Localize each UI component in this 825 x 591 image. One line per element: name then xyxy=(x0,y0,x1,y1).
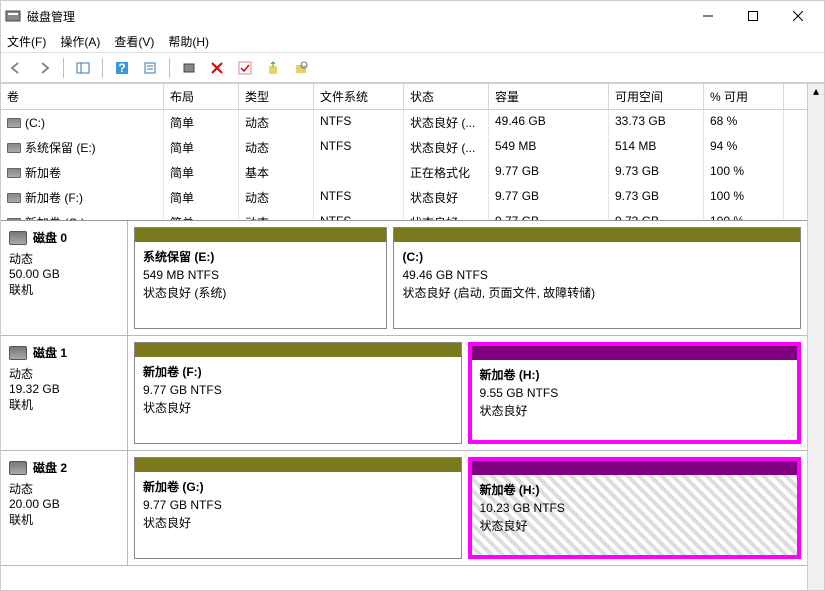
col-pct[interactable]: % 可用 xyxy=(704,84,784,109)
menu-action[interactable]: 操作(A) xyxy=(60,33,100,50)
col-type[interactable]: 类型 xyxy=(239,84,314,109)
disk-row-2: 磁盘 2 动态 20.00 GB 联机 新加卷 (G:) 9.77 GB NTF… xyxy=(1,451,807,566)
col-fs[interactable]: 文件系统 xyxy=(314,84,404,109)
partition-color-bar xyxy=(135,343,461,357)
disk-graphical-view: 磁盘 0 动态 50.00 GB 联机 系统保留 (E:) 549 MB NTF… xyxy=(1,220,807,590)
partition-color-bar xyxy=(135,458,461,472)
app-icon xyxy=(5,8,21,24)
disk-label[interactable]: 磁盘 2 动态 20.00 GB 联机 xyxy=(1,451,128,565)
disk-icon xyxy=(9,346,27,360)
partition-highlighted[interactable]: 新加卷 (H:) 9.55 GB NTFS 状态良好 xyxy=(468,342,802,444)
volume-list: 卷 布局 类型 文件系统 状态 容量 可用空间 % 可用 (C:) 简单 动态 … xyxy=(1,83,824,220)
volume-row[interactable]: (C:) 简单 动态 NTFS 状态良好 (... 49.46 GB 33.73… xyxy=(1,110,807,135)
menu-bar: 文件(F) 操作(A) 查看(V) 帮助(H) xyxy=(1,31,824,53)
check-button[interactable] xyxy=(234,57,256,79)
partition[interactable]: 新加卷 (F:) 9.77 GB NTFS 状态良好 xyxy=(134,342,462,444)
forward-button[interactable] xyxy=(33,57,55,79)
volume-icon xyxy=(7,143,21,153)
disk-icon xyxy=(9,231,27,245)
partition-color-bar xyxy=(472,461,798,475)
disk-row-1: 磁盘 1 动态 19.32 GB 联机 新加卷 (F:) 9.77 GB NTF… xyxy=(1,336,807,451)
refresh-button[interactable] xyxy=(178,57,200,79)
volume-icon xyxy=(7,168,21,178)
col-layout[interactable]: 布局 xyxy=(164,84,239,109)
disk-icon xyxy=(9,461,27,475)
partition-color-bar xyxy=(394,228,800,242)
scrollbar[interactable]: ▴ xyxy=(807,84,824,220)
menu-view[interactable]: 查看(V) xyxy=(114,33,154,50)
menu-help[interactable]: 帮助(H) xyxy=(168,33,209,50)
volume-row[interactable]: 新加卷 (F:) 简单 动态 NTFS 状态良好 9.77 GB 9.73 GB… xyxy=(1,185,807,210)
col-capacity[interactable]: 容量 xyxy=(489,84,609,109)
disk-row-0: 磁盘 0 动态 50.00 GB 联机 系统保留 (E:) 549 MB NTF… xyxy=(1,221,807,336)
close-button[interactable] xyxy=(775,1,820,31)
partition[interactable]: 新加卷 (G:) 9.77 GB NTFS 状态良好 xyxy=(134,457,462,559)
help-button[interactable]: ? xyxy=(111,57,133,79)
volume-row[interactable]: 系统保留 (E:) 简单 动态 NTFS 状态良好 (... 549 MB 51… xyxy=(1,135,807,160)
svg-text:?: ? xyxy=(118,61,125,75)
delete-button[interactable] xyxy=(206,57,228,79)
scrollbar[interactable] xyxy=(807,220,824,590)
maximize-button[interactable] xyxy=(730,1,775,31)
partition-color-bar xyxy=(135,228,386,242)
title-bar: 磁盘管理 xyxy=(1,1,824,31)
disk-label[interactable]: 磁盘 1 动态 19.32 GB 联机 xyxy=(1,336,128,450)
volume-list-body[interactable]: (C:) 简单 动态 NTFS 状态良好 (... 49.46 GB 33.73… xyxy=(1,110,807,220)
action2-button[interactable] xyxy=(290,57,312,79)
back-button[interactable] xyxy=(5,57,27,79)
toolbar: ? xyxy=(1,53,824,83)
volume-list-header: 卷 布局 类型 文件系统 状态 容量 可用空间 % 可用 xyxy=(1,84,807,110)
volume-row[interactable]: 新加卷 简单 基本 正在格式化 9.77 GB 9.73 GB 100 % xyxy=(1,160,807,185)
minimize-button[interactable] xyxy=(685,1,730,31)
properties-button[interactable] xyxy=(139,57,161,79)
show-hide-button[interactable] xyxy=(72,57,94,79)
partition-highlighted[interactable]: 新加卷 (H:) 10.23 GB NTFS 状态良好 xyxy=(468,457,802,559)
volume-icon xyxy=(7,118,21,128)
col-status[interactable]: 状态 xyxy=(404,84,489,109)
col-free[interactable]: 可用空间 xyxy=(609,84,704,109)
menu-file[interactable]: 文件(F) xyxy=(7,33,46,50)
volume-row[interactable]: 新加卷 (G:) 简单 动态 NTFS 状态良好 9.77 GB 9.73 GB… xyxy=(1,210,807,220)
action1-button[interactable] xyxy=(262,57,284,79)
partition[interactable]: 系统保留 (E:) 549 MB NTFS 状态良好 (系统) xyxy=(134,227,387,329)
volume-icon xyxy=(7,193,21,203)
partition-color-bar xyxy=(472,346,798,360)
partition[interactable]: (C:) 49.46 GB NTFS 状态良好 (启动, 页面文件, 故障转储) xyxy=(393,227,801,329)
disk-label[interactable]: 磁盘 0 动态 50.00 GB 联机 xyxy=(1,221,128,335)
window-title: 磁盘管理 xyxy=(27,8,685,25)
col-volume[interactable]: 卷 xyxy=(1,84,164,109)
